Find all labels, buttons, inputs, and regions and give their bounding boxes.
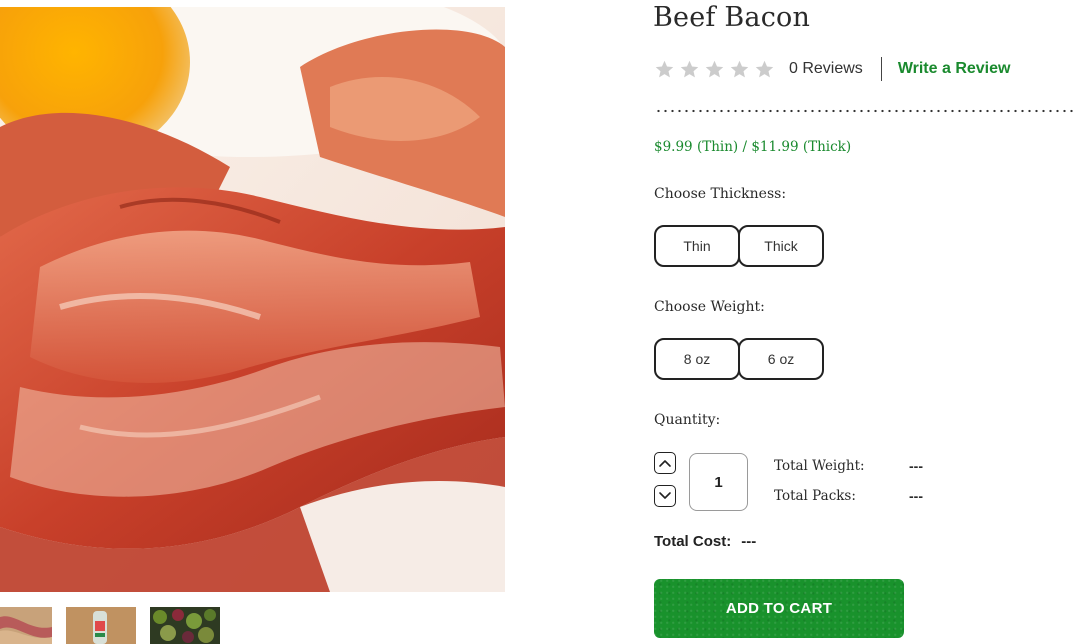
star-icon [705, 60, 724, 77]
weight-option-8oz[interactable]: 8 oz [654, 338, 740, 380]
thumbnail-image [66, 607, 136, 644]
rating-divider [880, 57, 882, 81]
chevron-down-icon [659, 492, 671, 499]
total-weight-label: Total Weight: [774, 458, 865, 474]
star-icon [730, 60, 749, 77]
thumbnail-2[interactable] [66, 607, 136, 644]
quantity-decrease-button[interactable] [654, 485, 676, 507]
bacon-photo [0, 7, 505, 592]
quantity-label: Quantity: [654, 412, 721, 428]
star-icon [655, 60, 674, 77]
write-review-link[interactable]: Write a Review [898, 60, 1011, 78]
rating-row: 0 Reviews Write a Review [654, 57, 1010, 81]
total-cost-value: --- [741, 533, 757, 550]
thumbnail-image [0, 607, 52, 644]
product-main-image[interactable] [0, 7, 505, 592]
reviews-count[interactable]: 0 Reviews [789, 60, 863, 78]
chevron-up-icon [659, 460, 671, 467]
total-packs-value: --- [909, 488, 923, 504]
star-rating[interactable] [654, 59, 775, 80]
price-text: $9.99 (Thin) / $11.99 (Thick) [654, 139, 852, 155]
thickness-option-thin[interactable]: Thin [654, 225, 740, 267]
dotted-divider [655, 109, 1073, 113]
star-icon [680, 60, 699, 77]
thumbnail-image [150, 607, 220, 644]
thumbnail-3[interactable] [150, 607, 220, 644]
total-weight-value: --- [909, 458, 923, 474]
add-to-cart-button[interactable]: ADD TO CART [654, 579, 904, 638]
thickness-option-thick[interactable]: Thick [738, 225, 824, 267]
thickness-label: Choose Thickness: [654, 186, 787, 202]
star-icon [755, 60, 774, 77]
quantity-input[interactable] [689, 453, 748, 511]
quantity-increase-button[interactable] [654, 452, 676, 474]
total-cost-label: Total Cost: [654, 533, 732, 550]
weight-option-6oz[interactable]: 6 oz [738, 338, 824, 380]
weight-label: Choose Weight: [654, 299, 765, 315]
total-cost: Total Cost: --- [654, 533, 756, 550]
product-title: Beef Bacon [653, 2, 811, 33]
total-packs-label: Total Packs: [774, 488, 856, 504]
thumbnail-1[interactable] [0, 607, 52, 644]
